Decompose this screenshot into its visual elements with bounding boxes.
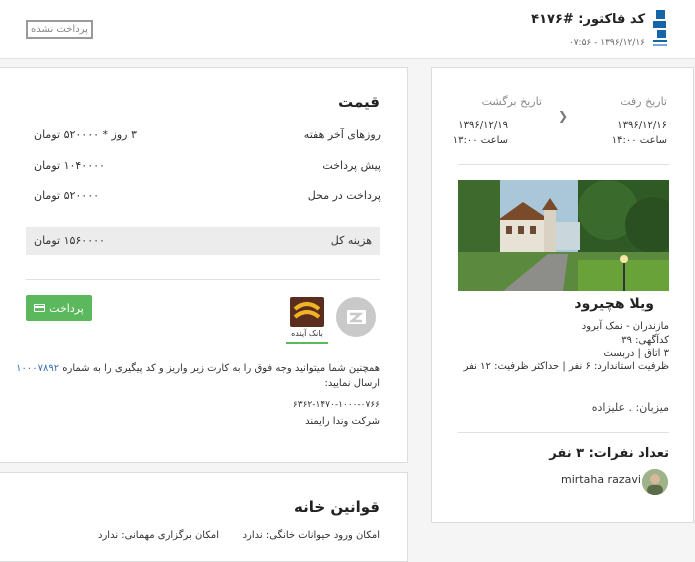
- weekend-days-label: روزهای آخر هفته: [303, 128, 381, 141]
- prepayment-label: پیش پرداخت: [322, 159, 381, 172]
- page-header: کد فاکتور: #۴۱۷۶ ۱۳۹۶/۱۲/۱۶ - ۰۷:۵۶ پردا…: [0, 0, 695, 59]
- company-logo: [653, 10, 667, 46]
- onsite-payment-value: ۵۲۰۰۰۰ تومان: [34, 189, 100, 202]
- ad-code: کدآگهی: ۳۹: [621, 335, 669, 346]
- zarinpal-logo: [336, 297, 376, 337]
- bank-emblem: [293, 302, 321, 319]
- host-divider: [458, 432, 669, 433]
- total-value: ۱۵۶۰۰۰۰ تومان: [34, 234, 105, 247]
- villa-location: مازندران - نمک آبرود: [581, 321, 669, 332]
- villa-photo[interactable]: [458, 180, 669, 291]
- weekend-days-value: ۳ روز * ۵۲۰۰۰۰ تومان: [34, 128, 137, 141]
- house-rules-card: قوانین خانه امکان ورود حیوانات خانگی: ند…: [0, 472, 408, 562]
- bank-name: بانک آینده: [291, 329, 323, 338]
- villa-capacity: ظرفیت استاندارد: ۶ نفر | حداکثر ظرفیت: ۱…: [463, 361, 669, 372]
- return-time: ساعت ۱۳:۰۰: [452, 135, 508, 146]
- depart-date: ۱۳۹۶/۱۲/۱۶: [617, 120, 667, 131]
- depart-label: تاریخ رفت: [620, 95, 667, 108]
- villa-name[interactable]: ویلا هچیرود: [574, 296, 654, 312]
- dates-divider: [458, 164, 669, 165]
- total-row: هزینه کل ۱۵۶۰۰۰۰ تومان: [26, 227, 380, 255]
- total-label: هزینه کل: [330, 234, 372, 247]
- pay-button[interactable]: پرداخت: [26, 295, 92, 321]
- invoice-title: کد فاکتور: #۴۱۷۶: [531, 12, 645, 27]
- guest-count: تعداد نفرات: ۳ نفر: [549, 446, 669, 461]
- company-name: شرکت وندا رایمند: [305, 416, 380, 427]
- user-avatar: [642, 469, 668, 495]
- price-card: قیمت روزهای آخر هفته ۳ روز * ۵۲۰۰۰۰ توما…: [0, 67, 408, 463]
- note-text: همچنین شما میتوانید وجه فوق را به کارت ز…: [62, 363, 380, 374]
- return-label: تاریخ برگشت: [481, 95, 542, 108]
- prepayment-value: ۱۰۴۰۰۰۰ تومان: [34, 159, 105, 172]
- credit-card-icon: [34, 304, 46, 312]
- rules-title: قوانین خانه: [293, 498, 380, 516]
- avatar-image: [642, 469, 668, 495]
- invoice-date: ۱۳۹۶/۱۲/۱۶ - ۰۷:۵۶: [568, 38, 645, 48]
- pets-rule: امکان ورود حیوانات خانگی: ندارد: [242, 530, 380, 541]
- villa-rooms: ۳ اتاق | دربست: [603, 348, 669, 359]
- sms-number-link[interactable]: ۱۰۰۰۷۸۹۲: [16, 363, 59, 374]
- card-transfer-note: همچنین شما میتوانید وجه فوق را به کارت ز…: [16, 363, 380, 374]
- pay-button-label: پرداخت: [49, 301, 84, 315]
- villa-photo-image: [458, 180, 669, 291]
- return-date: ۱۳۹۶/۱۲/۱۹: [458, 120, 508, 131]
- bank-selected-indicator: [286, 342, 328, 344]
- zarinpal-logo-mark: [347, 310, 366, 324]
- card-number: ۶۳۶۲-۱۴۷۰-۱۰۰۰-۰۷۶۶: [292, 400, 380, 410]
- host-name: میزبان: . علیزاده: [591, 401, 669, 414]
- chevron-left-icon: ❮: [558, 109, 569, 123]
- price-title: قیمت: [338, 93, 380, 111]
- guest-username: mirtaha razavi: [561, 473, 641, 486]
- party-rule: امکان برگزاری مهمانی: ندارد: [98, 530, 219, 541]
- price-divider: [26, 279, 380, 280]
- onsite-payment-label: پرداخت در محل: [307, 189, 381, 202]
- bank-ayandeh-logo: بانک آینده: [286, 297, 328, 345]
- note-line2: ارسال نمایید:: [324, 378, 380, 389]
- payment-status-badge: پرداخت نشده: [26, 20, 93, 39]
- depart-time: ساعت ۱۴:۰۰: [611, 135, 667, 146]
